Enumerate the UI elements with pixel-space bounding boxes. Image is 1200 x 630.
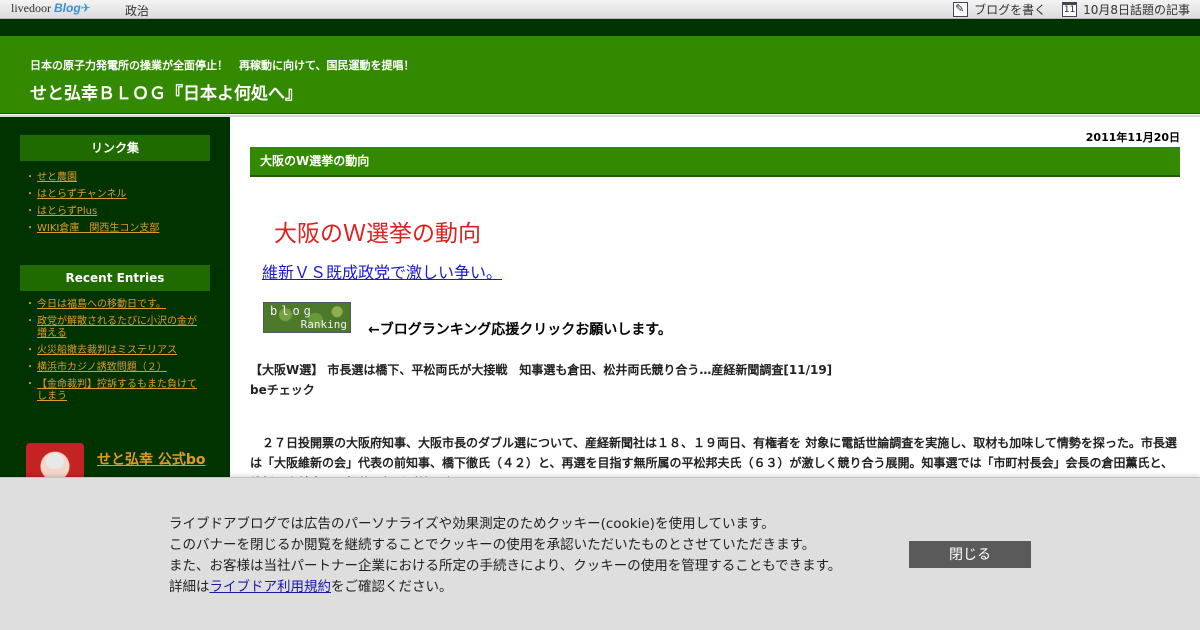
calendar-icon: 11 — [1062, 2, 1078, 17]
category-link[interactable]: 政治 — [125, 2, 149, 19]
blog-logo-text: Blog — [54, 1, 81, 15]
official-bot-link[interactable]: せと弘幸 公式bo — [97, 449, 206, 469]
be-check-text: beチェック — [250, 383, 315, 397]
recent-entry[interactable]: 【金命裁判】控訴するもまた負けてしまう — [25, 379, 206, 403]
news-headline: 【大阪W選】 市長選は橋下、平松両氏が大接戦 知事選も倉田、松井両氏競り合う…産… — [250, 363, 833, 377]
blog-description: 日本の原子力発電所の操業が全面停止！ 再稼動に向けて、国民運動を提唱！ — [30, 59, 415, 72]
livedoor-blog-logo[interactable]: livedoor Blog✈ — [11, 1, 91, 16]
banner-text-ranking: Ranking — [300, 318, 347, 331]
recent-entry[interactable]: 政党が解散されるたびに小沢の金が増える — [25, 316, 206, 340]
post-title-bar[interactable]: 大阪のW選挙の動向 — [250, 147, 1180, 177]
swoosh-icon: ✈ — [80, 1, 91, 15]
post-date: 2011年11月20日 — [1085, 131, 1180, 144]
article-sub-link[interactable]: 維新ＶＳ既成政党で激しい争い。 — [262, 259, 502, 283]
links-list: せと農園 はとらずチャンネル はとらずPlus WIKI倉庫 関西生コン支部 — [25, 172, 206, 240]
topbar-actions: ブログを書く 11 10月8日話題の記事 — [937, 1, 1190, 18]
cookie-line: 詳細はライブドア利用規約をご確認ください。 — [169, 579, 453, 595]
sidebar-link[interactable]: WIKI倉庫 関西生コン支部 — [25, 223, 206, 235]
cookie-line: また、お客様は当社パートナー企業における所定の手続きにより、クッキーの使用を管理… — [169, 558, 842, 574]
todays-articles-label: 10月8日話題の記事 — [1083, 3, 1190, 17]
todays-articles-link[interactable]: 11 10月8日話題の記事 — [1062, 1, 1190, 18]
recent-entry[interactable]: 今日は福島への移動日です。 — [25, 299, 206, 311]
livedoor-logo-text: livedoor — [11, 1, 51, 15]
sidebar-link[interactable]: はとらずチャンネル — [25, 189, 206, 201]
recent-entry[interactable]: 横浜市カジノ誘致問題（２） — [25, 362, 206, 374]
recent-entry[interactable]: 火災船撤去裁判はミステリアス — [25, 345, 206, 357]
cookie-message: ライブドアブログでは広告のパーソナライズや効果測定のためクッキー(cookie)… — [169, 514, 841, 598]
write-blog-label: ブログを書く — [974, 3, 1047, 17]
blog-ranking-banner[interactable]: blog Ranking — [263, 302, 351, 333]
dark-strip — [0, 19, 1200, 36]
cookie-banner: ライブドアブログでは広告のパーソナライズや効果測定のためクッキー(cookie)… — [0, 477, 1200, 630]
pencil-icon — [953, 2, 969, 17]
links-heading: リンク集 — [20, 135, 210, 161]
recent-entries-heading: Recent Entries — [20, 265, 210, 291]
write-blog-link[interactable]: ブログを書く — [953, 1, 1046, 18]
banner-text-blog: blog — [270, 304, 315, 318]
close-button[interactable]: 閉じる — [909, 541, 1031, 568]
terms-link[interactable]: ライブドア利用規約 — [210, 579, 332, 595]
cookie-line: ライブドアブログでは広告のパーソナライズや効果測定のためクッキー(cookie)… — [169, 516, 775, 532]
blog-header: 日本の原子力発電所の操業が全面停止！ 再稼動に向けて、国民運動を提唱！ せと弘幸… — [0, 36, 1200, 114]
blog-title[interactable]: せと弘幸ＢＬＯＧ『日本よ何処へ』 — [30, 79, 302, 104]
ranking-request-text: ←ブログランキング応援クリックお願いします。 — [368, 322, 672, 338]
cookie-line: このバナーを閉じるか閲覧を継続することでクッキーの使用を承認いただいたものとさせ… — [169, 537, 816, 553]
article-heading: 大阪のＷ選挙の動向 — [274, 221, 481, 247]
sidebar-link[interactable]: はとらずPlus — [25, 206, 206, 218]
sidebar-link[interactable]: せと農園 — [25, 172, 206, 184]
recent-entries-list: 今日は福島への移動日です。 政党が解散されるたびに小沢の金が増える 火災船撤去裁… — [25, 299, 206, 408]
livedoor-topbar: livedoorBlog✈ 政治 ブログを書く 11 10月8日話題の記事 — [0, 0, 1200, 19]
